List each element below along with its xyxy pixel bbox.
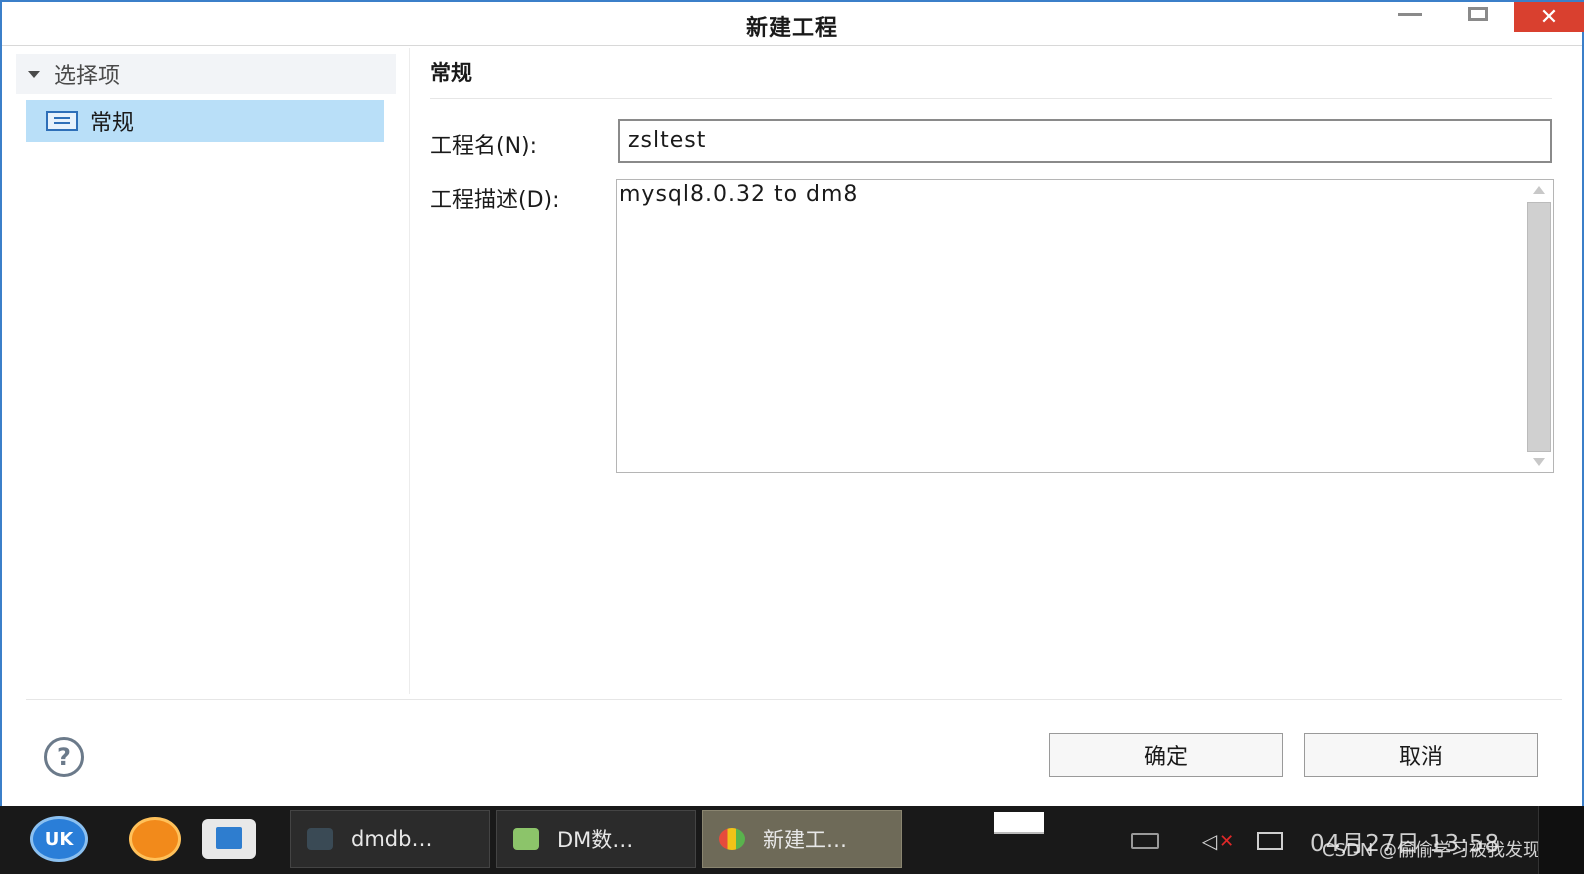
taskbar-task-dm-migration[interactable]: DM数… — [496, 810, 696, 868]
tree-item-label: 常规 — [90, 111, 135, 136]
list-icon — [46, 111, 78, 131]
section-title: 常规 — [430, 61, 472, 85]
taskbar: UK dmdb… DM数… 新建工… ◁ ✕ 04月27日 13:58 CSDN … — [0, 806, 1584, 874]
title-bar[interactable]: 新建工程 ✕ — [2, 2, 1584, 46]
network-icon[interactable] — [1252, 826, 1288, 856]
tree-item-general[interactable]: 常规 — [26, 100, 384, 142]
file-manager-launcher[interactable] — [200, 814, 258, 864]
start-menu-button[interactable]: UK — [30, 814, 88, 864]
project-name-input[interactable]: zsltest — [618, 119, 1552, 163]
maximize-icon — [1468, 7, 1488, 21]
scroll-down-arrow-icon[interactable] — [1533, 458, 1545, 466]
file-manager-icon — [202, 819, 256, 859]
options-tree: 选择项 常规 — [10, 48, 410, 694]
new-project-dialog: 新建工程 ✕ 选择项 常规 常规 工程名(N): zsltest 工程描述(D)… — [0, 0, 1584, 812]
app-icon — [719, 828, 745, 850]
minimize-icon — [1398, 12, 1422, 16]
cancel-button[interactable]: 取消 — [1304, 733, 1538, 777]
minimize-button[interactable] — [1382, 2, 1438, 34]
task-label: dmdb… — [351, 827, 433, 851]
firefox-icon — [129, 817, 181, 861]
tray-indicator[interactable] — [994, 812, 1044, 834]
watermark: CSDN @偷偷学习被我发现 — [1322, 840, 1542, 861]
close-button[interactable]: ✕ — [1514, 2, 1584, 32]
collapse-caret-icon[interactable] — [28, 70, 40, 78]
tree-group-label: 选择项 — [54, 64, 121, 89]
taskbar-task-terminal[interactable]: dmdb… — [290, 810, 490, 868]
taskbar-task-new-project[interactable]: 新建工… — [702, 810, 902, 868]
project-name-label: 工程名(N): — [430, 134, 538, 159]
task-label: DM数… — [557, 828, 634, 852]
vertical-scrollbar[interactable] — [1527, 182, 1551, 470]
show-desktop-button[interactable] — [1538, 806, 1584, 874]
volume-muted-icon[interactable]: ◁ ✕ — [1198, 826, 1238, 856]
help-icon[interactable]: ? — [44, 737, 84, 777]
project-description-label: 工程描述(D): — [430, 188, 560, 213]
divider — [430, 98, 1552, 99]
task-label: 新建工… — [763, 828, 847, 852]
keyboard-icon[interactable] — [1128, 826, 1162, 856]
divider — [26, 699, 1562, 700]
tree-group-header[interactable]: 选择项 — [16, 54, 396, 94]
firefox-launcher[interactable] — [126, 814, 184, 864]
dm-tool-icon — [513, 828, 539, 850]
scrollbar-thumb[interactable] — [1527, 202, 1551, 452]
project-description-textarea[interactable]: mysql8.0.32 to dm8 — [616, 179, 1554, 473]
terminal-icon — [307, 828, 333, 850]
ok-button[interactable]: 确定 — [1049, 733, 1283, 777]
scroll-up-arrow-icon[interactable] — [1533, 186, 1545, 194]
close-icon: ✕ — [1539, 4, 1559, 30]
start-logo-icon: UK — [30, 816, 88, 862]
maximize-button[interactable] — [1450, 2, 1506, 34]
project-description-text: mysql8.0.32 to dm8 — [619, 182, 859, 207]
window-title: 新建工程 — [745, 16, 838, 41]
